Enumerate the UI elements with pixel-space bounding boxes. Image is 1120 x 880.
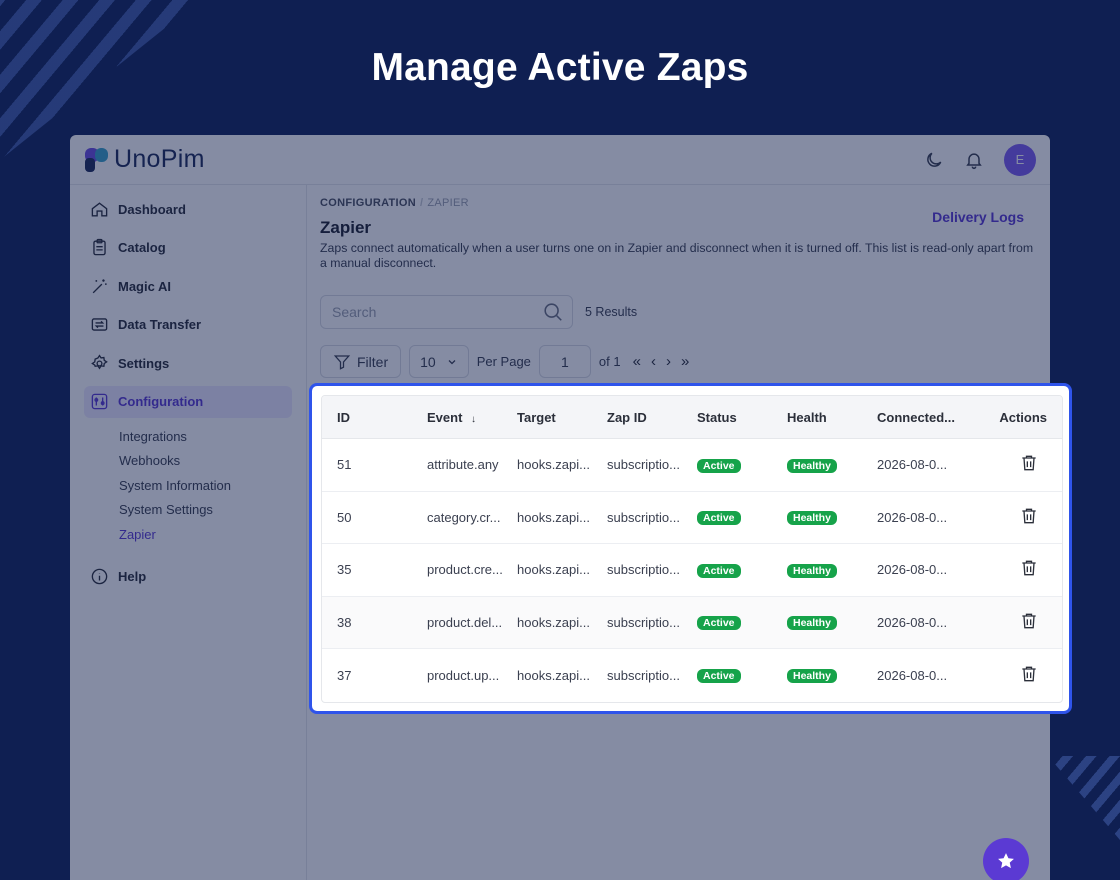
highlighted-table-panel: ID Event ↓ Target Zap ID Status Health C…: [309, 383, 1072, 714]
trash-icon[interactable]: [1019, 453, 1039, 473]
header-connected[interactable]: Connected...: [862, 410, 972, 425]
cell-event: product.up...: [427, 667, 500, 683]
cell-connected: 2026-08-0...: [877, 667, 948, 683]
header-target[interactable]: Target: [502, 410, 592, 425]
health-badge: Healthy: [787, 669, 837, 684]
cell-target: hooks.zapi...: [517, 667, 590, 683]
cell-zap-id: subscriptio...: [607, 562, 680, 578]
sort-down-icon: ↓: [471, 413, 477, 425]
table-row: 51 attribute.any hooks.zapi... subscript…: [322, 439, 1062, 492]
status-badge: Active: [697, 511, 741, 526]
status-badge: Active: [697, 669, 741, 684]
favorite-fab-button[interactable]: [983, 838, 1029, 880]
cell-id: 51: [337, 457, 352, 473]
health-badge: Healthy: [787, 511, 837, 526]
cell-event: product.cre...: [427, 562, 502, 578]
cell-id: 35: [337, 562, 352, 578]
cell-event: attribute.any: [427, 457, 499, 473]
health-badge: Healthy: [787, 563, 837, 578]
cell-target: hooks.zapi...: [517, 457, 590, 473]
header-status[interactable]: Status: [682, 410, 772, 425]
cell-target: hooks.zapi...: [517, 614, 590, 630]
star-icon: [998, 853, 1014, 869]
table-row: 37 product.up... hooks.zapi... subscript…: [322, 649, 1062, 702]
table-row: 50 category.cr... hooks.zapi... subscrip…: [322, 492, 1062, 544]
header-zap-id[interactable]: Zap ID: [592, 410, 682, 425]
cell-connected: 2026-08-0...: [877, 509, 948, 525]
header-actions: Actions: [999, 409, 1047, 425]
zaps-table: ID Event ↓ Target Zap ID Status Health C…: [321, 395, 1063, 703]
table-header: ID Event ↓ Target Zap ID Status Health C…: [322, 396, 1062, 439]
trash-icon[interactable]: [1019, 506, 1039, 526]
header-event-label: Event: [427, 409, 463, 425]
trash-icon[interactable]: [1019, 664, 1039, 684]
cell-event: product.del...: [427, 614, 502, 630]
hero-title: Manage Active Zaps: [371, 46, 749, 89]
cell-id: 38: [337, 614, 352, 630]
cell-target: hooks.zapi...: [517, 509, 590, 525]
trash-icon[interactable]: [1019, 558, 1039, 578]
cell-connected: 2026-08-0...: [877, 562, 948, 578]
cell-connected: 2026-08-0...: [877, 457, 948, 473]
cell-zap-id: subscriptio...: [607, 457, 680, 473]
cell-id: 37: [337, 667, 352, 683]
status-badge: Active: [697, 458, 741, 473]
status-badge: Active: [697, 616, 741, 631]
health-badge: Healthy: [787, 458, 837, 473]
cell-zap-id: subscriptio...: [607, 509, 680, 525]
table-row: 35 product.cre... hooks.zapi... subscrip…: [322, 544, 1062, 597]
table-row: 38 product.del... hooks.zapi... subscrip…: [322, 596, 1062, 649]
header-event[interactable]: Event ↓: [412, 410, 502, 425]
cell-event: category.cr...: [427, 509, 501, 525]
status-badge: Active: [697, 563, 741, 578]
decorative-stripes-bottom-right: [1048, 756, 1120, 840]
header-health[interactable]: Health: [772, 410, 862, 425]
health-badge: Healthy: [787, 616, 837, 631]
cell-zap-id: subscriptio...: [607, 667, 680, 683]
header-id[interactable]: ID: [322, 410, 412, 425]
cell-target: hooks.zapi...: [517, 562, 590, 578]
cell-id: 50: [337, 509, 352, 525]
trash-icon[interactable]: [1019, 611, 1039, 631]
cell-connected: 2026-08-0...: [877, 614, 948, 630]
cell-zap-id: subscriptio...: [607, 614, 680, 630]
